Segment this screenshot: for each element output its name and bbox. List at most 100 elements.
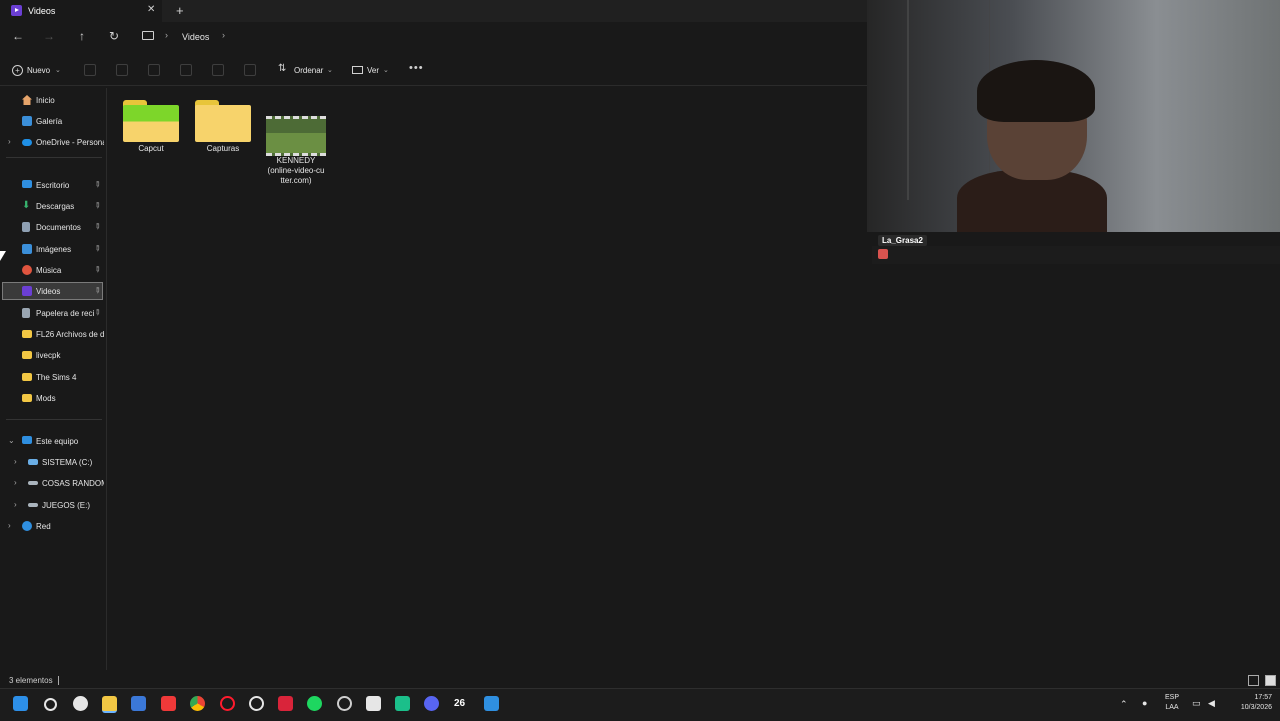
language-bottom[interactable]: LAA <box>1164 704 1180 711</box>
rename-icon[interactable] <box>180 64 192 76</box>
sidebar-item-images[interactable]: Imágenes ✎ <box>2 240 103 258</box>
share-icon[interactable] <box>212 64 224 76</box>
opera-icon[interactable] <box>220 696 235 711</box>
view-button[interactable]: Ver <box>367 66 379 75</box>
paste-icon[interactable] <box>148 64 160 76</box>
sidebar-item-home[interactable]: Inicio <box>2 91 103 109</box>
plus-circle-icon[interactable]: + <box>12 65 23 76</box>
sidebar-item-onedrive[interactable]: › OneDrive - Persona <box>2 133 104 151</box>
chevron-down-icon[interactable]: ⌄ <box>383 66 389 74</box>
refresh-icon[interactable]: ↻ <box>106 28 122 44</box>
more-icon[interactable]: ••• <box>409 62 424 74</box>
sidebar-item-fl26[interactable]: FL26 Archivos de d <box>2 325 104 343</box>
sidebar-item-this-pc[interactable]: ⌄ Este equipo <box>2 432 103 450</box>
folder-icon <box>22 373 32 381</box>
file-item-capturas[interactable]: Capturas <box>187 88 259 168</box>
sidebar-item-videos[interactable]: Videos ✎ <box>2 282 103 300</box>
opera-gx-icon[interactable] <box>249 696 264 711</box>
close-icon[interactable]: ✕ <box>147 4 155 15</box>
folder-icon <box>22 394 32 402</box>
sidebar-item-downloads[interactable]: ⬇ Descargas ✎ <box>2 197 103 215</box>
chevron-right-icon[interactable]: › <box>165 30 168 40</box>
app-red-icon[interactable] <box>278 696 293 711</box>
sidebar-item-label: Este equipo <box>36 437 79 446</box>
store-icon[interactable] <box>131 696 146 711</box>
network-icon[interactable]: ▭ <box>1192 698 1201 709</box>
clock-date[interactable]: 10/3/2026 <box>1226 704 1272 711</box>
sidebar-item-recycle-bin[interactable]: Papelera de recic ✎ <box>2 304 103 322</box>
chevron-right-icon[interactable]: › <box>8 137 11 146</box>
chat-bar <box>872 246 1280 264</box>
view-icon[interactable] <box>352 66 363 74</box>
spotify-icon[interactable] <box>307 696 322 711</box>
delete-icon[interactable] <box>244 64 256 76</box>
sidebar-item-network[interactable]: › Red <box>2 517 103 535</box>
emote-icon <box>878 249 888 259</box>
sidebar-item-livecpk[interactable]: livecpk <box>2 346 103 364</box>
folder-icon <box>22 351 32 359</box>
cut-icon[interactable] <box>84 64 96 76</box>
sidebar-item-drive-e[interactable]: › JUEGOS (E:) <box>2 496 103 514</box>
chevron-right-icon[interactable]: › <box>222 30 225 40</box>
chevron-right-icon[interactable]: › <box>14 478 17 487</box>
breadcrumb-videos[interactable]: Videos <box>182 32 209 42</box>
discord-icon[interactable] <box>424 696 439 711</box>
arrow-left-icon[interactable]: ← <box>10 28 26 44</box>
details-view-icon[interactable] <box>1248 675 1259 686</box>
sidebar-item-label: livecpk <box>36 351 61 360</box>
sidebar-item-desktop[interactable]: Escritorio ✎ <box>2 176 103 194</box>
chrome-icon[interactable] <box>190 696 205 711</box>
tiles-view-icon[interactable] <box>1265 675 1276 686</box>
chevron-right-icon[interactable]: › <box>14 457 17 466</box>
app-blue-icon[interactable] <box>484 696 499 711</box>
capcut-icon[interactable] <box>366 696 381 711</box>
settings-icon[interactable] <box>73 696 88 711</box>
sidebar-item-label: Inicio <box>36 96 55 105</box>
clock-time[interactable]: 17:57 <box>1226 694 1272 701</box>
file-item-capcut[interactable]: Capcut <box>115 88 187 168</box>
divider <box>6 419 102 420</box>
sidebar-item-label: Red <box>36 522 51 531</box>
file-explorer-icon[interactable] <box>102 696 117 713</box>
chevron-down-icon[interactable]: ⌄ <box>8 436 15 445</box>
windows-start-icon[interactable] <box>13 696 28 711</box>
sidebar-item-gallery[interactable]: Galería <box>2 112 103 130</box>
chevron-right-icon[interactable]: › <box>8 521 11 530</box>
plus-icon[interactable]: + <box>176 3 184 18</box>
volume-icon[interactable]: ◀ <box>1208 698 1215 709</box>
sidebar-item-documents[interactable]: Documentos ✎ <box>2 218 103 236</box>
new-button[interactable]: Nuevo <box>27 66 50 75</box>
vivaldi-icon[interactable] <box>161 696 176 711</box>
sort-button[interactable]: Ordenar <box>294 66 323 75</box>
file-name: Capturas <box>206 144 240 153</box>
file-item-kennedy[interactable]: KENNEDY (online-video-cu tter.com) <box>260 106 332 186</box>
sidebar-item-drive-c[interactable]: › SISTEMA (C:) <box>2 453 103 471</box>
navigation-bar: ← → ↑ ↻ <box>0 22 868 52</box>
sidebar-item-drive-cosas[interactable]: › COSAS RANDOM <box>2 474 104 492</box>
sidebar-item-mods[interactable]: Mods <box>2 389 103 407</box>
sidebar-item-label: FL26 Archivos de d <box>36 330 104 339</box>
chevron-right-icon[interactable]: › <box>14 500 17 509</box>
mouse-cursor-icon <box>0 251 6 261</box>
app-green-icon[interactable] <box>395 696 410 711</box>
chevron-down-icon[interactable]: ⌄ <box>327 66 333 74</box>
fc26-icon[interactable]: 26 <box>454 698 465 709</box>
sidebar-item-the-sims-4[interactable]: The Sims 4 <box>2 368 103 386</box>
sidebar-item-music[interactable]: Música ✎ <box>2 261 103 279</box>
chatgpt-icon[interactable] <box>337 696 352 711</box>
tab-videos[interactable]: Videos ✕ <box>0 0 162 22</box>
search-icon[interactable] <box>44 698 57 711</box>
sort-icon[interactable]: ⇅ <box>278 63 286 74</box>
language-top[interactable]: ESP <box>1164 694 1180 701</box>
arrow-up-icon[interactable]: ↑ <box>74 28 90 44</box>
chevron-down-icon[interactable]: ⌄ <box>55 66 61 74</box>
arrow-right-icon[interactable]: → <box>41 28 57 44</box>
chevron-up-icon[interactable]: ⌃ <box>1120 699 1128 710</box>
copy-icon[interactable] <box>116 64 128 76</box>
folder-icon <box>22 330 32 338</box>
monitor-icon[interactable] <box>142 31 154 40</box>
document-icon <box>22 222 30 232</box>
divider <box>6 157 102 158</box>
microphone-icon[interactable]: ● <box>1142 698 1147 708</box>
file-name: KENNEDY (online-video-cu tter.com) <box>267 156 325 185</box>
